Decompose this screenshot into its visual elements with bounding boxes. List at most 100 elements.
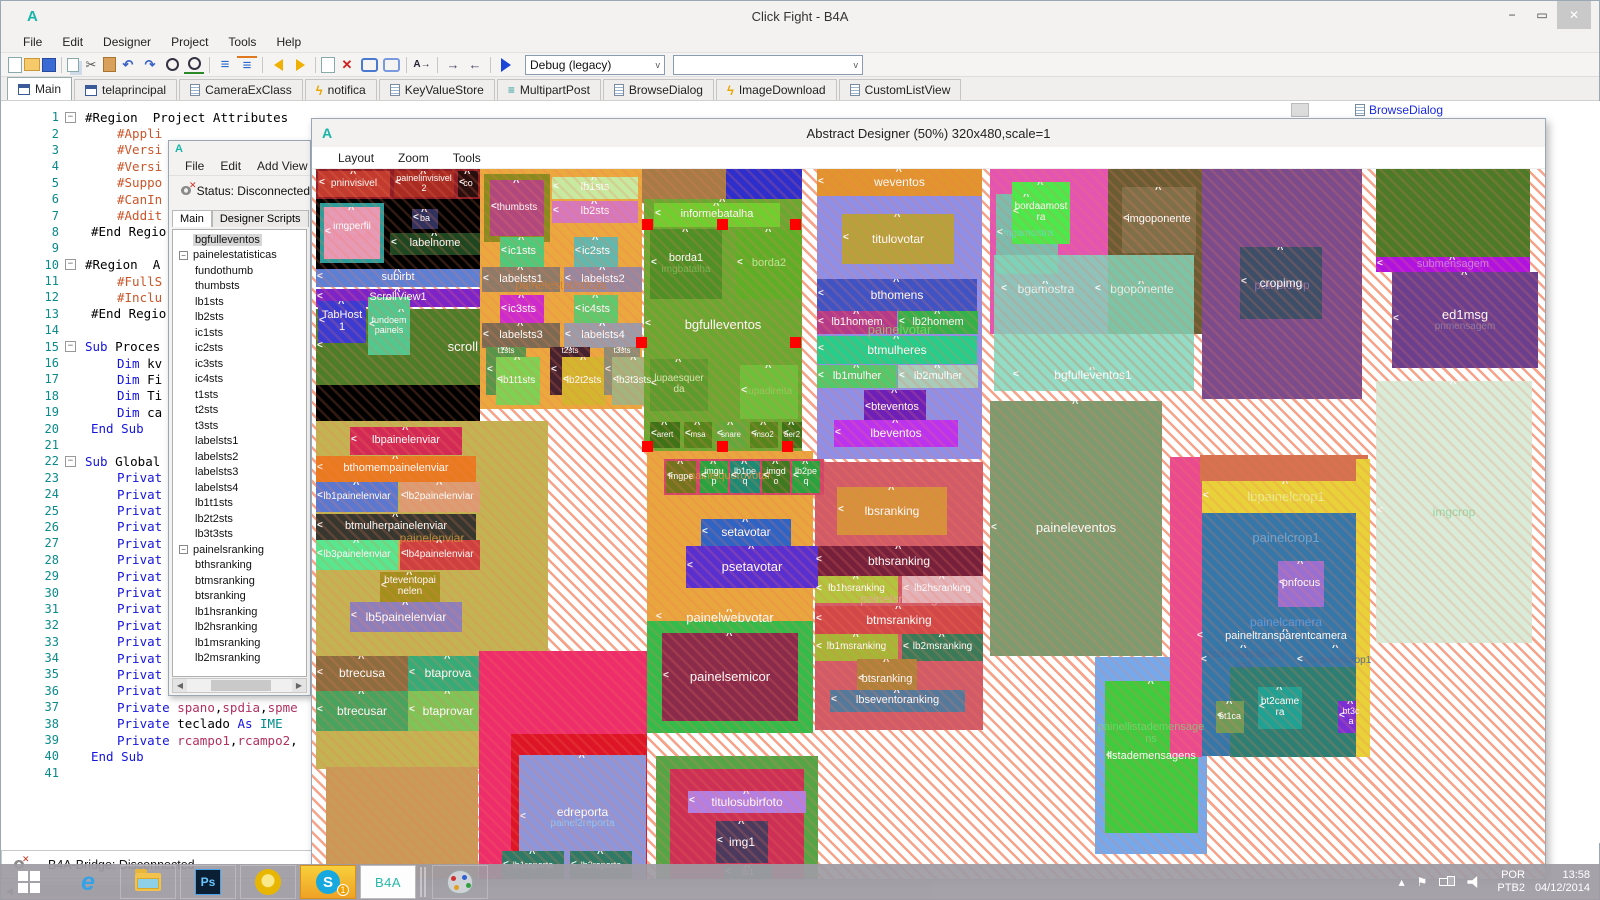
- code-text[interactable]: Privat: [79, 683, 162, 698]
- tree-item-bgfulleventos[interactable]: bgfulleventos: [173, 232, 306, 248]
- selection-handle[interactable]: [790, 219, 801, 230]
- network-icon[interactable]: [1439, 876, 1456, 888]
- code-text[interactable]: Privat: [79, 601, 162, 616]
- code-text[interactable]: #Versi: [79, 159, 162, 174]
- view-btrecusa[interactable]: btrecusa: [316, 656, 408, 691]
- clock[interactable]: 13:58 04/12/2014: [1535, 869, 1590, 895]
- undo-icon[interactable]: [118, 56, 138, 74]
- view-thumbsts[interactable]: thumbsts: [490, 180, 544, 236]
- tree-item-lb3t3sts[interactable]: lb3t3sts: [173, 527, 306, 543]
- code-text[interactable]: #Versi: [79, 142, 162, 157]
- menu-help[interactable]: Help: [266, 33, 311, 51]
- view-ic3sts[interactable]: ic3sts: [500, 295, 544, 325]
- code-text[interactable]: Privat: [79, 552, 162, 567]
- tree-item-labelsts4[interactable]: labelsts4: [173, 480, 306, 496]
- open-icon[interactable]: [24, 58, 40, 71]
- view-subirbt[interactable]: subirbt: [316, 269, 480, 287]
- tree-item-painelsranking[interactable]: − painelsranking: [173, 542, 306, 558]
- designer-menu-edit[interactable]: Edit: [212, 158, 249, 174]
- view-lbsranking[interactable]: lbsranking: [837, 487, 947, 535]
- view-imgoponente[interactable]: imgoponente: [1122, 187, 1196, 253]
- modules-list-item-browsedialog[interactable]: BrowseDialog: [1369, 103, 1443, 117]
- view-borda2[interactable]: borda2: [736, 229, 802, 299]
- code-text[interactable]: End Sub: [79, 749, 144, 764]
- code-text[interactable]: Privat: [79, 651, 162, 666]
- selection-handle[interactable]: [782, 441, 793, 452]
- tree-item-labelsts3[interactable]: labelsts3: [173, 465, 306, 481]
- view-labelsts3[interactable]: labelsts3: [482, 323, 560, 348]
- view-lb1peq[interactable]: lb1peq: [730, 461, 760, 493]
- view-imgcrop[interactable]: imgcrop: [1376, 381, 1532, 643]
- designer-tab-designer-scripts[interactable]: Designer Scripts: [211, 210, 309, 227]
- skype-taskbar-button[interactable]: S1: [300, 865, 356, 899]
- code-text[interactable]: Private rcampo1,rcampo2,: [79, 733, 298, 748]
- tab-telaprincipal[interactable]: telaprincipal: [74, 79, 178, 100]
- view-painelcrop1-label[interactable]: painelcrop1: [1202, 529, 1370, 547]
- tab-keyvaluestore[interactable]: KeyValueStore: [378, 79, 495, 100]
- designer-title-bar[interactable]: A: [169, 141, 310, 156]
- view-btrecusar[interactable]: btrecusar: [316, 691, 408, 731]
- view-btsm4[interactable]: mso2: [750, 422, 778, 448]
- tab-notifica[interactable]: ϟ notifica: [304, 79, 377, 100]
- debug-mode-select[interactable]: Debug (legacy) v: [525, 54, 665, 75]
- explorer-taskbar-button[interactable]: [120, 865, 176, 899]
- scroll-left-icon[interactable]: ◀: [173, 679, 187, 692]
- selbox-icon[interactable]: [321, 56, 335, 73]
- view-c3-brown-box[interactable]: [642, 169, 726, 203]
- view-lbpainelcrop1[interactable]: lbpainelcrop1: [1202, 481, 1370, 513]
- view-c1-tan-box[interactable]: [326, 767, 478, 879]
- find-icon[interactable]: [162, 56, 182, 74]
- code-text[interactable]: #Inclu: [79, 290, 162, 305]
- view-lb1msranking[interactable]: lb1msranking: [815, 634, 898, 661]
- view-labelco[interactable]: co: [458, 171, 478, 197]
- indent-icon[interactable]: [443, 56, 463, 74]
- view-imgpe[interactable]: imgpe: [666, 461, 696, 493]
- run-icon[interactable]: [496, 56, 516, 74]
- view-lb2mulher[interactable]: lb2mulher: [898, 365, 978, 388]
- tree-item-btsranking[interactable]: btsranking: [173, 589, 306, 605]
- view-btmulheres[interactable]: btmulheres: [817, 336, 977, 364]
- tab-cameraexclass[interactable]: CameraExClass: [179, 79, 303, 100]
- tree-item-t1sts[interactable]: t1sts: [173, 387, 306, 403]
- code-text[interactable]: Privat: [79, 585, 162, 600]
- paste-icon[interactable]: [103, 57, 116, 72]
- view-fundoempainel[interactable]: fundoempainels: [368, 297, 410, 355]
- redo-icon[interactable]: [140, 56, 160, 74]
- tree-item-lb2hsranking[interactable]: lb2hsranking: [173, 620, 306, 636]
- tree-expander-icon[interactable]: −: [179, 250, 188, 260]
- view-painelestatisticas-label[interactable]: painelestatisticas: [480, 277, 642, 293]
- back-icon[interactable]: [268, 56, 288, 74]
- view-bgamostra-label[interactable]: bgamostra: [1000, 281, 1092, 298]
- fold-marker[interactable]: −: [65, 259, 76, 271]
- menu-tools[interactable]: Tools: [218, 33, 266, 51]
- tray-expand-icon[interactable]: ▴: [1399, 875, 1405, 889]
- view-setavotar[interactable]: setavotar: [701, 519, 791, 546]
- view-titulosubirfoto[interactable]: titulosubirfoto: [688, 791, 806, 813]
- view-lb2painelenviar[interactable]: lb2painelenviar: [400, 482, 480, 512]
- view-img1[interactable]: img1: [716, 821, 768, 863]
- view-bthomens[interactable]: bthomens: [817, 279, 977, 311]
- menu-project[interactable]: Project: [161, 33, 218, 51]
- view-labelsts4[interactable]: labelsts4: [564, 323, 642, 348]
- code-text[interactable]: #Appli: [79, 126, 162, 141]
- view-lupaesquerda[interactable]: lupaesquerda: [650, 359, 708, 411]
- view-bt1ca[interactable]: bt1ca: [1216, 701, 1244, 733]
- tree-item-lb2t2sts[interactable]: lb2t2sts: [173, 511, 306, 527]
- tree-item-lb2sts[interactable]: lb2sts: [173, 310, 306, 326]
- view-lb5painelenviar[interactable]: lb5painelenviar: [350, 602, 462, 632]
- view-lbpainelenviar[interactable]: lbpainelenviar: [350, 427, 462, 455]
- view-painellistademensagens-label[interactable]: painellistademensagens: [1095, 719, 1207, 749]
- view-painelsranking-label[interactable]: painelsranking: [815, 591, 983, 607]
- tree-item-painelestatisticas[interactable]: − painelestatisticas: [173, 248, 306, 264]
- view-submensagem[interactable]: submensagem: [1376, 257, 1530, 272]
- tree-item-lb1t1sts[interactable]: lb1t1sts: [173, 496, 306, 512]
- view-lupadireita[interactable]: lupadireita: [740, 365, 798, 419]
- view-btsm2[interactable]: msa: [684, 422, 712, 448]
- code-text[interactable]: #Addit: [79, 208, 162, 223]
- scrollbar-thumb[interactable]: [210, 680, 271, 691]
- tree-item-t2sts[interactable]: t2sts: [173, 403, 306, 419]
- tab-multipartpost[interactable]: ≡ MultipartPost: [496, 79, 601, 100]
- scrollbar-piece[interactable]: [1291, 103, 1309, 117]
- code-text[interactable]: #Region Project Attributes: [79, 110, 288, 125]
- fold-marker[interactable]: −: [65, 455, 76, 467]
